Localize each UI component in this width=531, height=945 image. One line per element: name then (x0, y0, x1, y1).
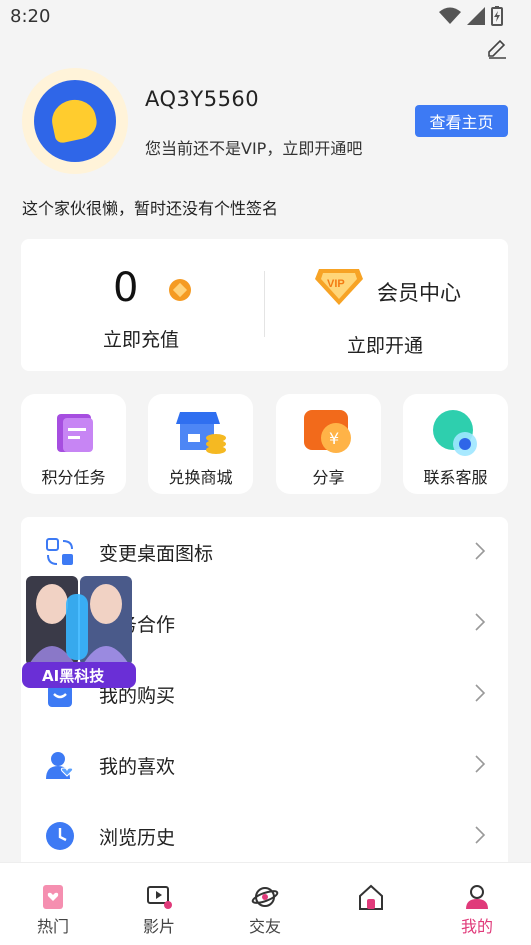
edit-profile-button[interactable] (485, 36, 509, 60)
quick-exchange-mall[interactable]: 兑换商城 (148, 394, 253, 494)
profile-header: AQ3Y5560 您当前还不是VIP，立即开通吧 查看主页 (0, 66, 531, 186)
wifi-icon (439, 7, 461, 24)
avatar[interactable] (34, 80, 116, 162)
coin-icon (169, 279, 191, 301)
tab-home[interactable] (318, 863, 424, 945)
ad-text: AI黑科技 (42, 667, 105, 685)
hot-icon (43, 885, 63, 909)
vip-badge-text: VIP (327, 278, 345, 290)
ad-image: AI黑科技 (22, 576, 136, 688)
signature-text: 这个家伙很懒，暂时还没有个性签名 (22, 199, 279, 218)
exchange-mall-icon (176, 412, 226, 454)
quick-label: 分享 (312, 468, 345, 487)
favorite-user-icon (46, 752, 74, 779)
svg-text:¥: ¥ (329, 429, 339, 448)
share-icon: ¥ (304, 410, 351, 453)
quick-label: 积分任务 (41, 468, 106, 487)
view-homepage-button[interactable]: 查看主页 (415, 105, 508, 137)
username: AQ3Y5560 (145, 87, 260, 111)
menu-list: 变更桌面图标 商务合作 我的购买 我的喜欢 浏览历史 (21, 517, 508, 877)
tab-dating[interactable]: 交友 (212, 863, 318, 945)
menu-label: 变更桌面图标 (99, 543, 214, 565)
user-icon (466, 885, 488, 909)
house-icon (359, 884, 383, 910)
points-task-icon (57, 414, 93, 452)
recharge-button[interactable]: 立即充值 (103, 325, 179, 352)
battery-icon (491, 6, 503, 26)
customer-service-icon (433, 410, 477, 456)
status-time: 8:20 (10, 6, 51, 27)
clock-icon (46, 822, 74, 850)
vip-status-text[interactable]: 您当前还不是VIP，立即开通吧 (145, 135, 362, 159)
quick-label: 联系客服 (423, 468, 488, 487)
chevron-right-icon (475, 542, 486, 560)
wallet-card: 0 立即充值 VIP 会员中心 立即开通 (21, 239, 508, 371)
quick-label: 兑换商城 (168, 468, 233, 487)
status-bar: 8:20 (0, 0, 531, 34)
signal-icon (467, 7, 485, 25)
tab-movies[interactable]: 影片 (106, 863, 212, 945)
quick-points-task[interactable]: 积分任务 (21, 394, 126, 494)
menu-label: 我的喜欢 (99, 756, 176, 778)
change-icon-icon (46, 538, 73, 565)
tab-label: 交友 (248, 917, 281, 936)
planet-icon (251, 887, 279, 907)
floating-ad[interactable]: AI黑科技 (22, 576, 136, 692)
menu-item-favorites[interactable]: 我的喜欢 (21, 730, 508, 801)
tab-label: 热门 (36, 917, 69, 936)
chevron-right-icon (475, 684, 486, 702)
bottom-tab-bar: 热门 影片 交友 我的 (0, 862, 531, 945)
coin-count: 0 (113, 265, 139, 311)
menu-label: 浏览历史 (99, 827, 176, 849)
member-center-label[interactable]: 会员中心 (377, 277, 461, 307)
vip-badge-icon: VIP (315, 269, 363, 305)
divider (264, 271, 265, 337)
status-icons (439, 6, 503, 26)
tab-label: 影片 (142, 917, 175, 936)
movie-icon (147, 886, 172, 909)
chevron-right-icon (475, 826, 486, 844)
tab-label: 我的 (460, 917, 493, 936)
quick-customer-service[interactable]: 联系客服 (403, 394, 508, 494)
quick-share[interactable]: ¥ 分享 (276, 394, 381, 494)
tab-mine[interactable]: 我的 (424, 863, 530, 945)
open-vip-button[interactable]: 立即开通 (347, 331, 423, 358)
tab-hot[interactable]: 热门 (0, 863, 106, 945)
chevron-right-icon (475, 755, 486, 773)
pencil-icon (488, 39, 506, 59)
chevron-right-icon (475, 613, 486, 631)
